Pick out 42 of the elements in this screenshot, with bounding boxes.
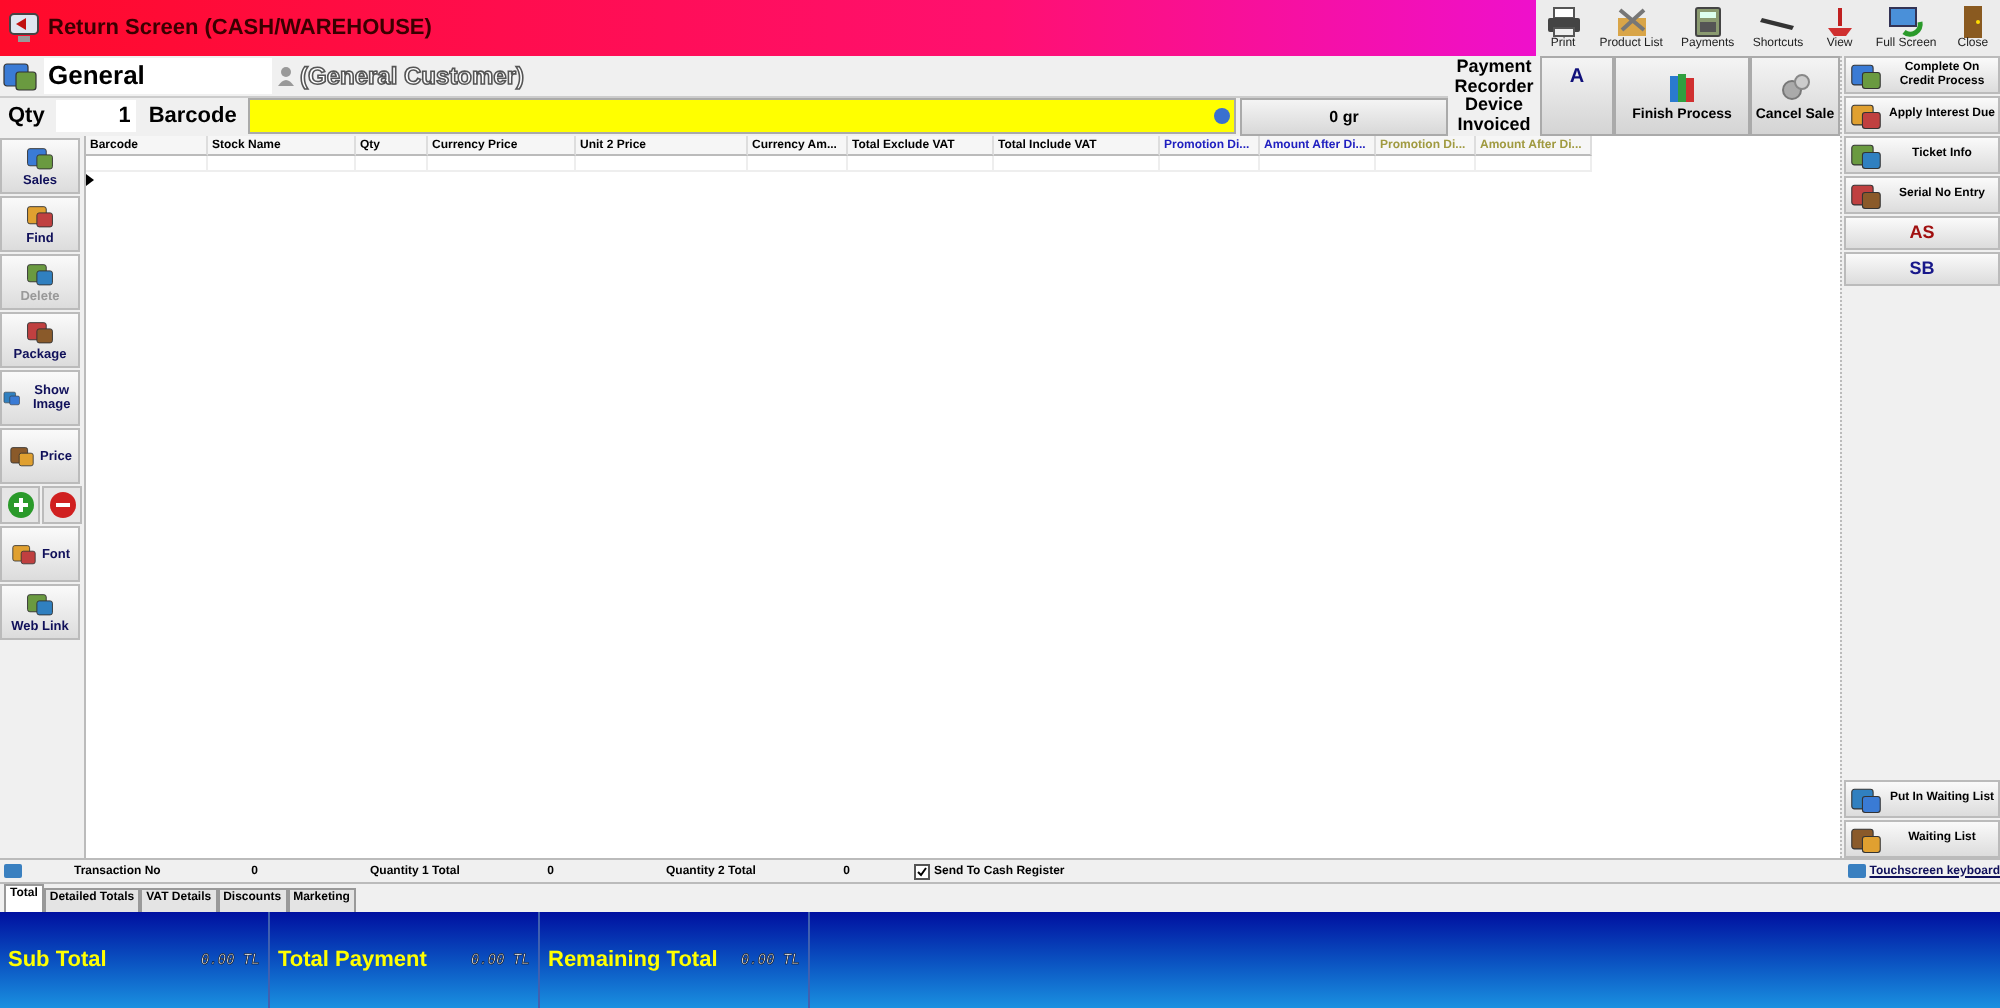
monitor-icon <box>1888 6 1925 38</box>
right-panel-button[interactable]: AS <box>1844 216 2000 250</box>
barcode-field[interactable] <box>248 98 1236 135</box>
sidebar-icon <box>9 540 38 568</box>
total-label: Total Payment <box>278 948 427 972</box>
weight-button[interactable]: 0 gr <box>1240 97 1448 136</box>
remove-button[interactable] <box>42 486 82 524</box>
customer-icon <box>0 57 40 94</box>
calculator-icon <box>1689 6 1726 38</box>
panel-icon <box>1848 59 1884 91</box>
barcode-label: Barcode <box>146 104 239 129</box>
total-label: Sub Total <box>8 948 107 972</box>
sidebar-icon <box>24 144 56 172</box>
panel-icon <box>1848 139 1884 171</box>
a-button[interactable]: A <box>1540 56 1614 136</box>
sidebar-icon <box>24 202 56 230</box>
plus-icon <box>7 492 33 518</box>
person-icon <box>276 65 296 86</box>
monitor-icon <box>8 12 40 44</box>
send-checkbox[interactable] <box>914 863 930 879</box>
panel-icon <box>1848 179 1884 211</box>
total-label: Remaining Total <box>548 948 718 972</box>
sidebar-icon <box>24 260 56 288</box>
minus-icon <box>49 492 75 518</box>
row-pointer-icon <box>86 174 94 186</box>
sidebar-icon <box>8 442 37 470</box>
panel-icon <box>1848 99 1884 131</box>
add-button[interactable] <box>0 486 40 524</box>
sidebar-icon <box>24 318 56 346</box>
customer-field[interactable]: General <box>44 57 272 94</box>
qty-label: Qty <box>6 104 47 129</box>
window-title: Return Screen (CASH/WAREHOUSE) <box>48 16 432 40</box>
gears-icon <box>1779 71 1811 103</box>
tools-icon <box>1613 6 1650 38</box>
books-icon <box>1668 71 1696 103</box>
sidebar-icon <box>24 590 56 618</box>
printer-icon <box>1545 6 1582 38</box>
payment-recorder-status: Payment Recorder Device Invoiced <box>1452 56 1536 136</box>
panel-icon <box>1848 823 1884 855</box>
right-panel-button[interactable]: SB <box>1844 252 2000 286</box>
qty-field[interactable]: 1 <box>56 100 137 133</box>
panel-icon <box>1848 783 1884 815</box>
